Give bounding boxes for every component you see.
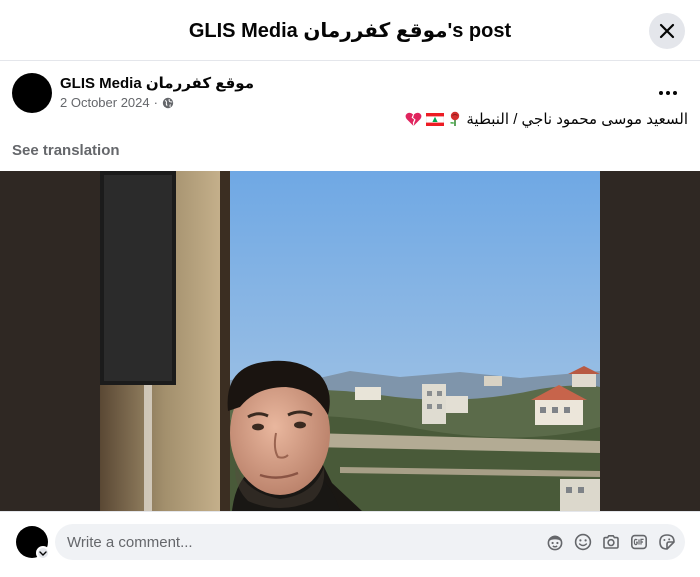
dialog-header: GLIS Media موقع كفررمان's post — [0, 0, 700, 61]
camera-icon — [603, 535, 619, 549]
post-header: GLIS Media موقع كفررمان 2 October 2024 · — [12, 73, 688, 113]
photo-button[interactable] — [601, 532, 621, 552]
avatar-sticker-icon — [547, 535, 563, 551]
comment-box — [55, 524, 685, 560]
post-text: السعيد موسى محمود ناجي / النبطية — [405, 110, 688, 128]
page-avatar[interactable] — [12, 73, 52, 113]
photo-container — [0, 171, 700, 511]
more-options-icon — [659, 91, 677, 95]
more-options-button[interactable] — [650, 75, 686, 111]
post-meta: 2 October 2024 · — [60, 95, 174, 110]
photo-image — [100, 171, 600, 511]
gif-button[interactable] — [629, 532, 649, 552]
meta-separator: · — [153, 95, 158, 110]
post-photo[interactable] — [100, 171, 600, 511]
comment-tools — [545, 532, 677, 552]
comment-composer — [0, 511, 700, 577]
post-date[interactable]: 2 October 2024 — [60, 95, 150, 110]
dialog-title: GLIS Media موقع كفررمان's post — [188, 20, 512, 42]
see-translation-link[interactable]: See translation — [12, 142, 120, 159]
broken-heart-icon — [405, 112, 422, 126]
chevron-down-icon — [39, 550, 47, 556]
close-button[interactable] — [649, 13, 685, 49]
profile-switcher-button[interactable] — [36, 546, 50, 560]
emoji-button[interactable] — [573, 532, 593, 552]
lebanon-flag-icon — [426, 112, 445, 126]
rose-icon — [450, 111, 460, 126]
gif-icon — [630, 534, 647, 550]
page-name-link[interactable]: GLIS Media موقع كفررمان — [60, 74, 254, 92]
sticker-icon — [659, 534, 675, 550]
avatar-sticker-button[interactable] — [545, 532, 565, 552]
sticker-button[interactable] — [657, 532, 677, 552]
close-icon — [659, 23, 675, 39]
post-caption: السعيد موسى محمود ناجي / النبطية — [466, 111, 688, 128]
comment-input[interactable] — [67, 524, 537, 560]
globe-icon — [162, 97, 174, 108]
emoji-icon — [574, 533, 592, 551]
